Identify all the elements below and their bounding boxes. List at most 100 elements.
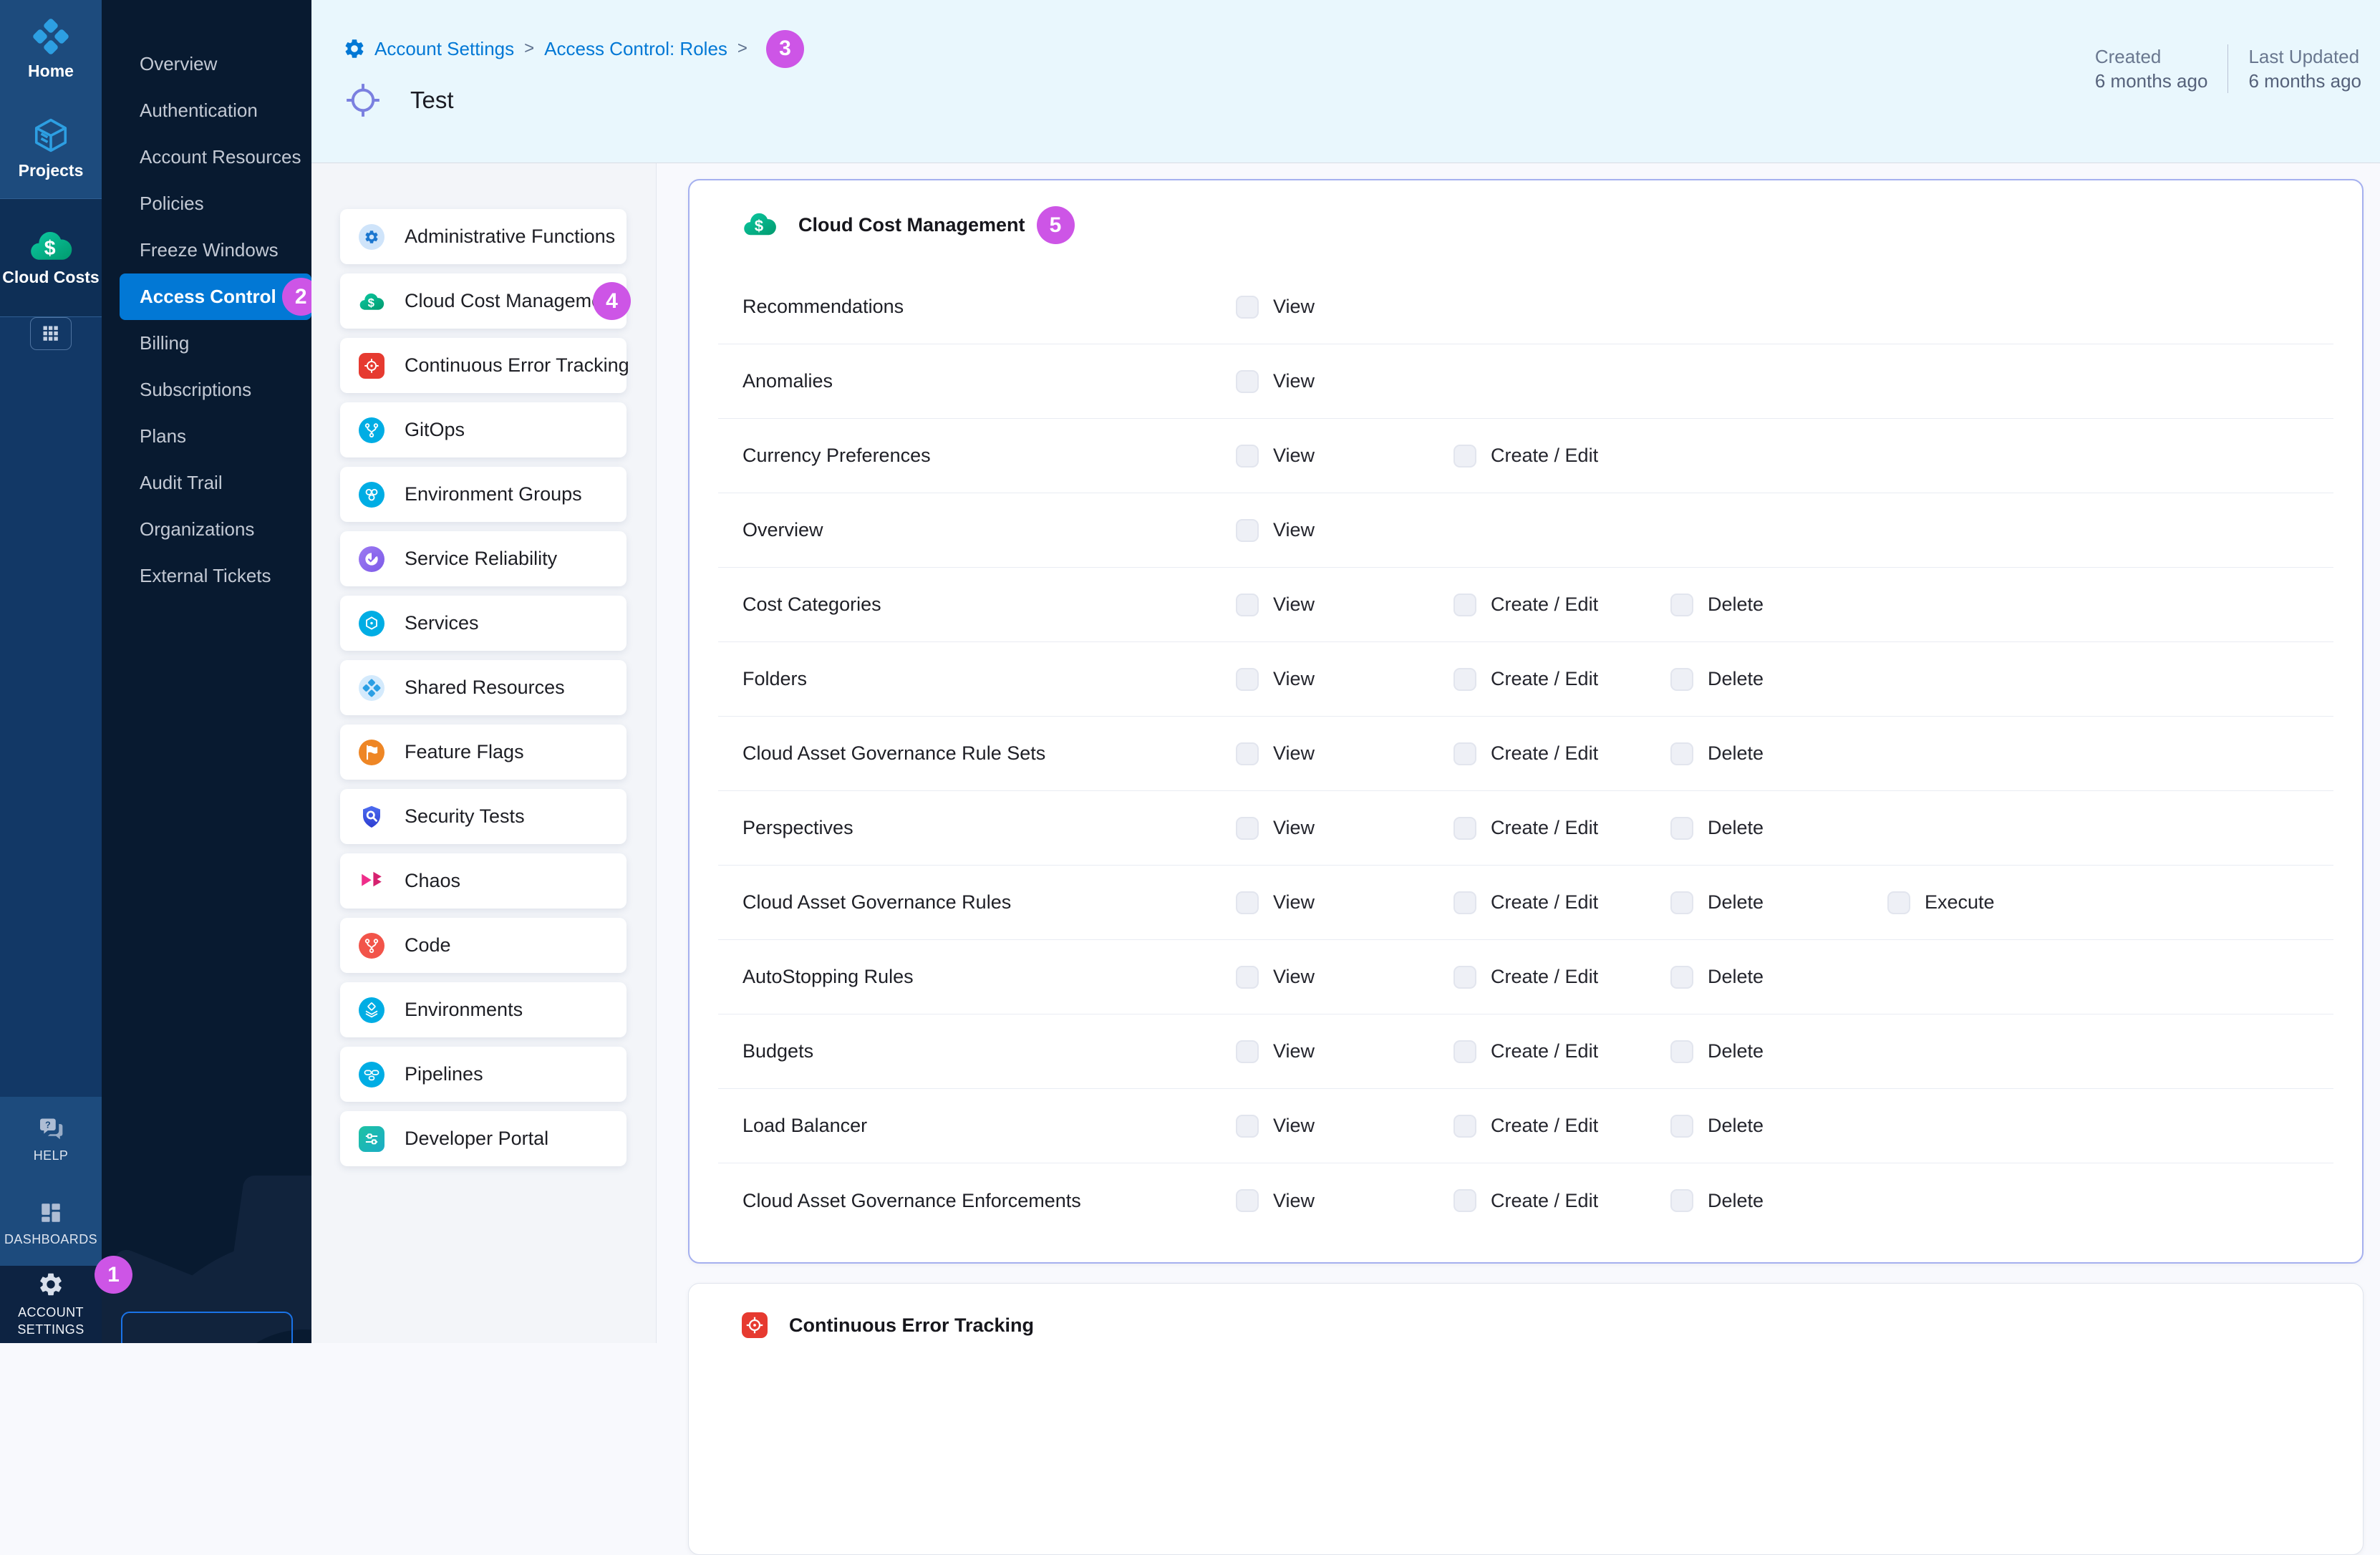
breadcrumb-separator: > xyxy=(737,39,748,59)
sidebar-item-home[interactable]: Home xyxy=(0,0,102,98)
module-item-service-reliability[interactable]: Service Reliability xyxy=(340,531,627,586)
checkbox-cloud-asset-governance-enforcements-create-edit[interactable] xyxy=(1453,1189,1476,1212)
page-title: Test xyxy=(410,87,454,114)
breadcrumb-link-access-control-roles[interactable]: Access Control: Roles xyxy=(544,38,727,60)
checkbox-load-balancer-delete[interactable] xyxy=(1670,1115,1693,1138)
checkbox-overview-view[interactable] xyxy=(1236,519,1259,542)
svg-text:$: $ xyxy=(755,217,764,235)
permission-row-folders: FoldersViewCreate / EditDelete xyxy=(718,642,2333,717)
settings-nav-item-authentication[interactable]: Authentication xyxy=(102,87,311,134)
settings-nav-item-organizations[interactable]: Organizations xyxy=(102,506,311,553)
module-item-services[interactable]: Services xyxy=(340,596,627,651)
resource-label: Overview xyxy=(742,519,1236,541)
checkbox-cloud-asset-governance-rules-execute[interactable] xyxy=(1887,891,1910,914)
module-item-security-tests[interactable]: Security Tests xyxy=(340,789,627,844)
permission-row-perspectives: PerspectivesViewCreate / EditDelete xyxy=(718,791,2333,866)
checkbox-autostopping-rules-delete[interactable] xyxy=(1670,966,1693,989)
checkbox-perspectives-create-edit[interactable] xyxy=(1453,817,1476,840)
module-item-environments[interactable]: Environments xyxy=(340,982,627,1037)
checkbox-cloud-asset-governance-rule-sets-delete[interactable] xyxy=(1670,742,1693,765)
module-item-shared-resources[interactable]: Shared Resources xyxy=(340,660,627,715)
settings-nav-list: OverviewAuthenticationAccount Resources P… xyxy=(102,0,311,599)
nav-footer-button[interactable] xyxy=(121,1312,293,1343)
checkbox-perspectives-view[interactable] xyxy=(1236,817,1259,840)
checkbox-cloud-asset-governance-rule-sets-create-edit[interactable] xyxy=(1453,742,1476,765)
settings-nav-item-billing[interactable]: Billing xyxy=(102,320,311,367)
permission-cell: View xyxy=(1236,742,1453,765)
module-item-gitops[interactable]: GitOps xyxy=(340,402,627,457)
checkbox-load-balancer-view[interactable] xyxy=(1236,1115,1259,1138)
checkbox-anomalies-view[interactable] xyxy=(1236,370,1259,393)
checkbox-autostopping-rules-view[interactable] xyxy=(1236,966,1259,989)
checkbox-recommendations-view[interactable] xyxy=(1236,296,1259,319)
settings-nav-item-overview[interactable]: Overview xyxy=(102,41,311,87)
settings-nav-item-freeze-windows[interactable]: Freeze Windows xyxy=(102,227,311,273)
settings-nav-item-account-resources[interactable]: Account Resources xyxy=(102,134,311,180)
title-row: Test xyxy=(343,80,454,120)
checkbox-cloud-asset-governance-rules-view[interactable] xyxy=(1236,891,1259,914)
checkbox-perspectives-delete[interactable] xyxy=(1670,817,1693,840)
nav-item-label: Organizations xyxy=(140,518,254,541)
target-icon xyxy=(742,1312,768,1338)
permission-cell: Delete xyxy=(1670,891,1887,914)
module-item-feature-flags[interactable]: Feature Flags xyxy=(340,725,627,780)
sidebar-item-account-settings[interactable]: ACCOUNTSETTINGS xyxy=(0,1266,102,1343)
sidebar-item-cloud-costs[interactable]: $ Cloud Costs xyxy=(0,198,102,317)
checkbox-cost-categories-delete[interactable] xyxy=(1670,594,1693,616)
sidebar-item-projects[interactable]: Projects xyxy=(0,98,102,198)
settings-nav-item-subscriptions[interactable]: Subscriptions xyxy=(102,367,311,413)
permission-action-label: Create / Edit xyxy=(1491,594,1598,616)
checkbox-cloud-asset-governance-rules-delete[interactable] xyxy=(1670,891,1693,914)
checkbox-budgets-create-edit[interactable] xyxy=(1453,1040,1476,1063)
module-item-environment-groups[interactable]: Environment Groups xyxy=(340,467,627,522)
sidebar-item-dashboards[interactable]: DASHBOARDS xyxy=(0,1183,102,1266)
permission-cell: Create / Edit xyxy=(1453,742,1670,765)
chaos-arrows-icon xyxy=(359,868,384,894)
nav-item-label: Policies xyxy=(140,193,204,215)
checkbox-currency-preferences-create-edit[interactable] xyxy=(1453,445,1476,468)
permission-cell: Delete xyxy=(1670,668,1887,691)
permission-cell: View xyxy=(1236,519,1453,542)
checkbox-folders-delete[interactable] xyxy=(1670,668,1693,691)
checkbox-cloud-asset-governance-rules-create-edit[interactable] xyxy=(1453,891,1476,914)
checkbox-currency-preferences-view[interactable] xyxy=(1236,445,1259,468)
checkbox-cloud-asset-governance-enforcements-view[interactable] xyxy=(1236,1189,1259,1212)
checkbox-cloud-asset-governance-enforcements-delete[interactable] xyxy=(1670,1189,1693,1212)
sidebar-item-help[interactable]: ? HELP xyxy=(0,1097,102,1183)
breadcrumb-link-account-settings[interactable]: Account Settings xyxy=(374,38,514,60)
checkbox-cost-categories-view[interactable] xyxy=(1236,594,1259,616)
checkbox-folders-create-edit[interactable] xyxy=(1453,668,1476,691)
git-branch-icon xyxy=(359,933,384,959)
module-sidebar: Home Projects $ Cloud Costs ? HELP DASHB… xyxy=(0,0,102,1343)
checkbox-cloud-asset-governance-rule-sets-view[interactable] xyxy=(1236,742,1259,765)
settings-nav-item-plans[interactable]: Plans xyxy=(102,413,311,460)
shield-search-icon xyxy=(359,804,384,830)
module-grid-button[interactable] xyxy=(30,317,72,350)
checkbox-budgets-delete[interactable] xyxy=(1670,1040,1693,1063)
module-item-pipelines[interactable]: Pipelines xyxy=(340,1047,627,1102)
checkbox-budgets-view[interactable] xyxy=(1236,1040,1259,1063)
gear-icon xyxy=(359,224,384,250)
permission-action-label: Delete xyxy=(1708,742,1764,765)
permission-action-label: Delete xyxy=(1708,966,1764,988)
settings-nav-item-access-control[interactable]: Access Control2 xyxy=(120,273,311,320)
permission-action-label: Create / Edit xyxy=(1491,966,1598,988)
module-item-administrative-functions[interactable]: Administrative Functions xyxy=(340,209,627,264)
role-meta: Created 6 months ago Last Updated 6 mont… xyxy=(2095,44,2361,93)
module-item-label: Feature Flags xyxy=(405,741,524,763)
checkbox-load-balancer-create-edit[interactable] xyxy=(1453,1115,1476,1138)
module-item-continuous-error-tracking[interactable]: Continuous Error Tracking xyxy=(340,338,627,393)
module-item-label: Developer Portal xyxy=(405,1128,548,1150)
gear-watermark-icon xyxy=(102,1114,311,1343)
module-item-code[interactable]: Code xyxy=(340,918,627,973)
module-item-cloud-cost-management[interactable]: $Cloud Cost Management4 xyxy=(340,273,627,329)
module-item-chaos[interactable]: Chaos xyxy=(340,853,627,909)
settings-nav-item-audit-trail[interactable]: Audit Trail xyxy=(102,460,311,506)
settings-nav-item-external-tickets[interactable]: External Tickets xyxy=(102,553,311,599)
module-item-developer-portal[interactable]: Developer Portal xyxy=(340,1111,627,1166)
checkbox-autostopping-rules-create-edit[interactable] xyxy=(1453,966,1476,989)
permission-cell: Create / Edit xyxy=(1453,891,1670,914)
checkbox-folders-view[interactable] xyxy=(1236,668,1259,691)
settings-nav-item-policies[interactable]: Policies xyxy=(102,180,311,227)
checkbox-cost-categories-create-edit[interactable] xyxy=(1453,594,1476,616)
